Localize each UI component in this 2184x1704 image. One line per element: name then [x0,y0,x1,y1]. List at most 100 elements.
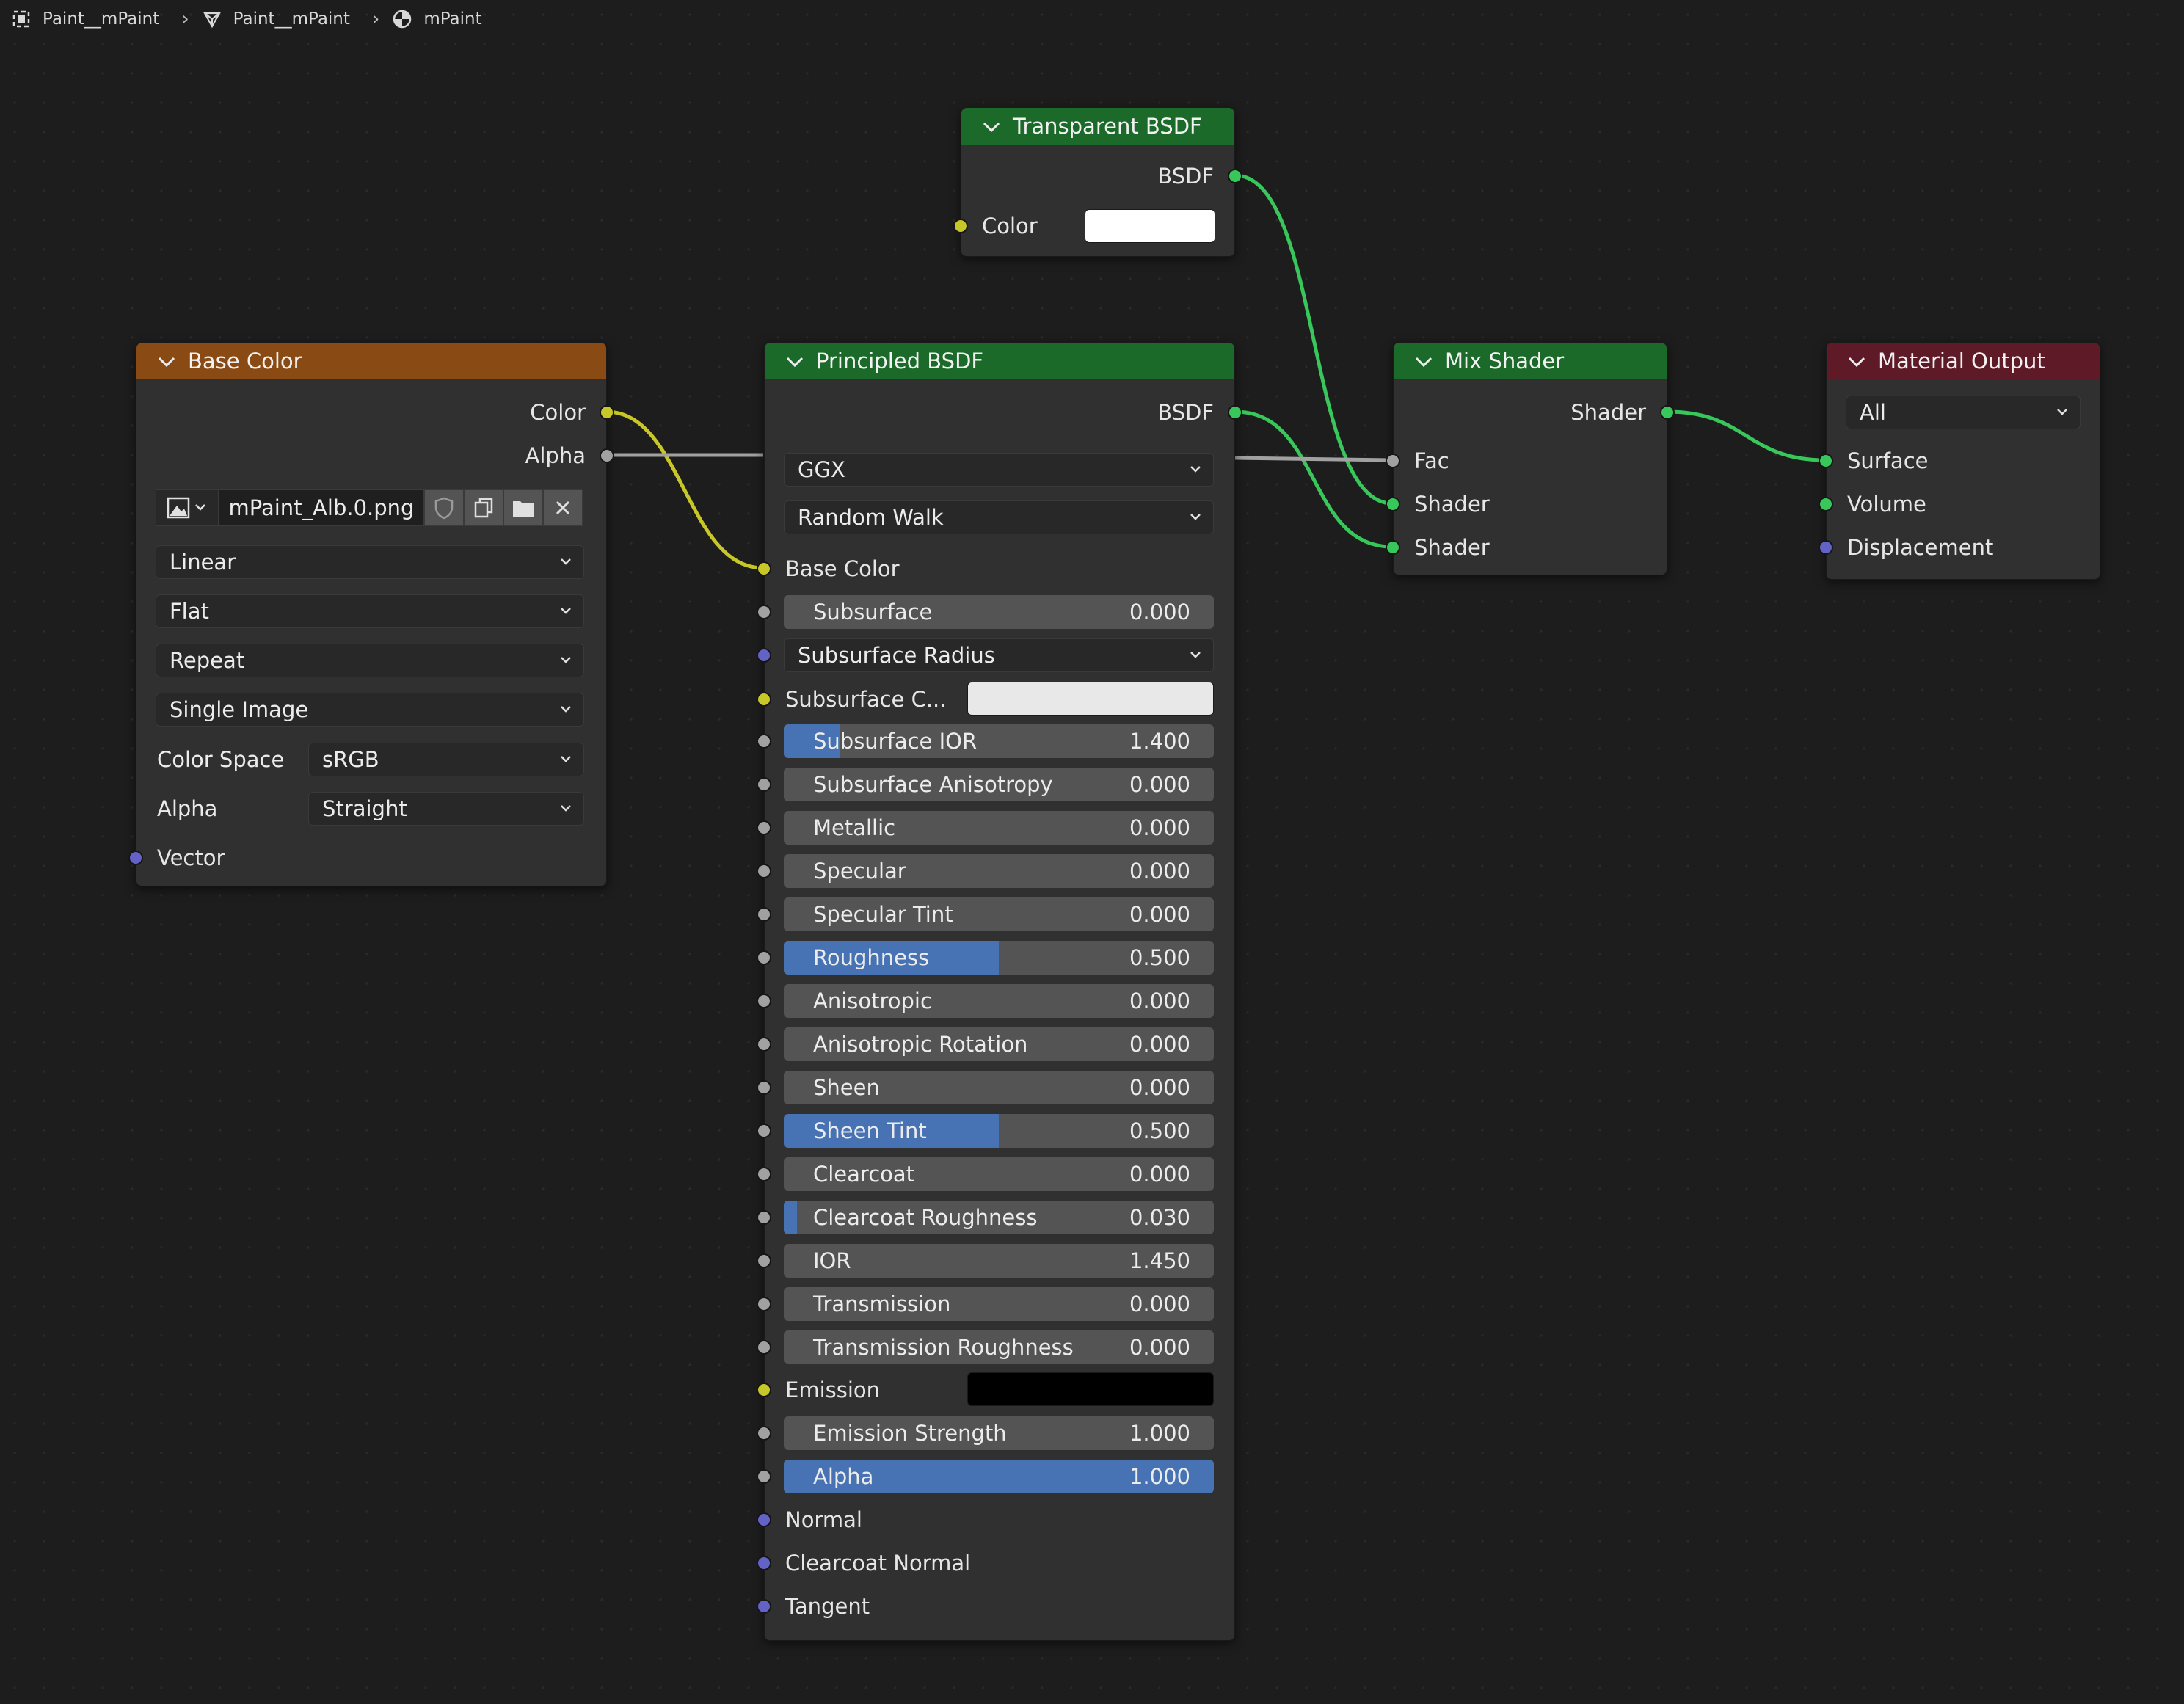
slider-value: 0.000 [1129,1335,1190,1360]
unlink-image-button[interactable] [543,489,583,526]
slider-specular[interactable]: Specular 0.000 [784,854,1214,888]
socket-slider-in[interactable] [757,1124,771,1138]
slider-specular-tint[interactable]: Specular Tint 0.000 [784,897,1214,931]
dropdown-value: All [1860,400,1886,425]
slider-transmission[interactable]: Transmission 0.000 [784,1287,1214,1321]
render-target-dropdown[interactable]: All [1846,396,2081,429]
link-alpha-to-fac-2 [1234,456,1393,462]
subsurface-color-swatch[interactable] [967,682,1214,716]
socket-slider-in[interactable] [757,1297,771,1311]
emission-color-swatch[interactable] [967,1372,1214,1406]
socket-slider-in[interactable] [757,1037,771,1052]
socket-fac-in[interactable] [1386,454,1400,468]
socket-alpha-out[interactable] [600,448,614,463]
material-output-node[interactable]: Material Output All Surface Volume Displ… [1819,342,2100,580]
socket-subsurface-radius-in[interactable] [757,648,771,663]
node-header[interactable]: Material Output [1827,343,2100,379]
socket-slider-in[interactable] [757,907,771,922]
chevron-down-icon [561,608,571,614]
color-swatch[interactable] [1085,209,1215,243]
chevron-down-icon[interactable] [1414,349,1436,374]
alpha-mode-dropdown[interactable]: Straight [308,792,584,826]
slider-roughness[interactable]: Roughness 0.500 [784,941,1214,975]
chevron-down-icon[interactable] [1847,349,1869,374]
socket-surface-in[interactable] [1819,454,1833,468]
emission-strength-slider[interactable]: Emission Strength 1.000 [784,1416,1214,1450]
projection-dropdown[interactable]: Flat [156,594,584,628]
socket-bsdf-out[interactable] [1228,169,1242,183]
socket-color-out[interactable] [600,405,614,420]
socket-slider-in[interactable] [757,1210,771,1225]
socket-label: Vector [157,845,225,870]
slider-transmission-roughness[interactable]: Transmission Roughness 0.000 [784,1330,1214,1364]
transparent-bsdf-node[interactable]: Transparent BSDF BSDF Color [953,107,1242,257]
subsurface-radius-dropdown[interactable]: Subsurface Radius [784,638,1214,672]
subsurface-method-dropdown[interactable]: Random Walk [784,500,1214,534]
socket-label: Shader [1414,492,1490,517]
slider-subsurface-ior[interactable]: Subsurface IOR 1.400 [784,724,1214,758]
socket-volume-in[interactable] [1819,497,1833,511]
fake-user-button[interactable] [424,489,464,526]
socket-displacement-in[interactable] [1819,540,1833,555]
socket-subsurface-in[interactable] [757,605,771,619]
shield-icon [434,497,454,520]
alpha-slider[interactable]: Alpha 1.000 [784,1460,1214,1493]
slider-ior[interactable]: IOR 1.450 [784,1244,1214,1278]
slider-anisotropic[interactable]: Anisotropic 0.000 [784,984,1214,1018]
slider-value: 0.000 [1129,772,1190,797]
open-image-button[interactable] [503,489,543,526]
slider-subsurface-anisotropy[interactable]: Subsurface Anisotropy 0.000 [784,768,1214,801]
chevron-down-icon[interactable] [982,114,1004,139]
socket-emission-strength-in[interactable] [757,1426,771,1441]
socket-vector-in[interactable] [128,851,143,865]
socket-shader-in[interactable] [1386,497,1400,511]
principled-bsdf-node[interactable]: Principled BSDF BSDF GGX Random Walk Bas… [757,342,1242,1641]
socket-shader-in[interactable] [1386,540,1400,555]
socket-slider-in[interactable] [757,1167,771,1181]
socket-normal-in[interactable] [757,1512,771,1527]
interpolation-dropdown[interactable]: Linear [156,545,584,579]
chevron-down-icon[interactable] [157,349,179,374]
chevron-down-icon[interactable] [785,349,807,374]
slider-clearcoat[interactable]: Clearcoat 0.000 [784,1157,1214,1191]
socket-slider-in[interactable] [757,950,771,965]
mix-shader-node[interactable]: Mix Shader Shader Fac Shader Shader [1386,342,1675,575]
node-header[interactable]: Principled BSDF [765,343,1234,379]
socket-color-in[interactable] [953,219,968,233]
color-space-dropdown[interactable]: sRGB [308,743,584,776]
node-header[interactable]: Transparent BSDF [961,108,1234,145]
node-title: Mix Shader [1445,349,1565,374]
image-browse-button[interactable] [156,489,219,526]
socket-shader-out[interactable] [1660,405,1675,420]
source-dropdown[interactable]: Single Image [156,693,584,727]
distribution-dropdown[interactable]: GGX [784,453,1214,487]
slider-sheen[interactable]: Sheen 0.000 [784,1071,1214,1104]
duplicate-button[interactable] [464,489,503,526]
slider-sheen-tint[interactable]: Sheen Tint 0.500 [784,1114,1214,1148]
slider-clearcoat-roughness[interactable]: Clearcoat Roughness 0.030 [784,1201,1214,1234]
node-header[interactable]: Mix Shader [1394,343,1667,379]
socket-slider-in[interactable] [757,1340,771,1355]
socket-slider-in[interactable] [757,734,771,749]
socket-tangent-in[interactable] [757,1599,771,1614]
slider-value: 0.500 [1129,945,1190,970]
socket-slider-in[interactable] [757,864,771,878]
socket-clearcoat-normal-in[interactable] [757,1556,771,1570]
socket-subsurface-color-in[interactable] [757,692,771,707]
socket-emission-in[interactable] [757,1383,771,1397]
socket-bsdf-out[interactable] [1228,405,1242,420]
slider-anisotropic-rotation[interactable]: Anisotropic Rotation 0.000 [784,1027,1214,1061]
image-name-field[interactable]: mPaint_Alb.0.png [219,489,424,526]
socket-slider-in[interactable] [757,820,771,835]
socket-slider-in[interactable] [757,1253,771,1268]
extension-dropdown[interactable]: Repeat [156,644,584,677]
socket-slider-in[interactable] [757,1080,771,1095]
socket-slider-in[interactable] [757,994,771,1008]
base-color-image-node[interactable]: Base Color Color Alpha mPaint_Alb.0.png … [128,342,614,886]
socket-base-color-in[interactable] [757,561,771,576]
socket-alpha-in[interactable] [757,1469,771,1484]
slider-metallic[interactable]: Metallic 0.000 [784,811,1214,845]
node-header[interactable]: Base Color [136,343,606,379]
subsurface-slider[interactable]: Subsurface 0.000 [784,595,1214,629]
socket-slider-in[interactable] [757,777,771,792]
